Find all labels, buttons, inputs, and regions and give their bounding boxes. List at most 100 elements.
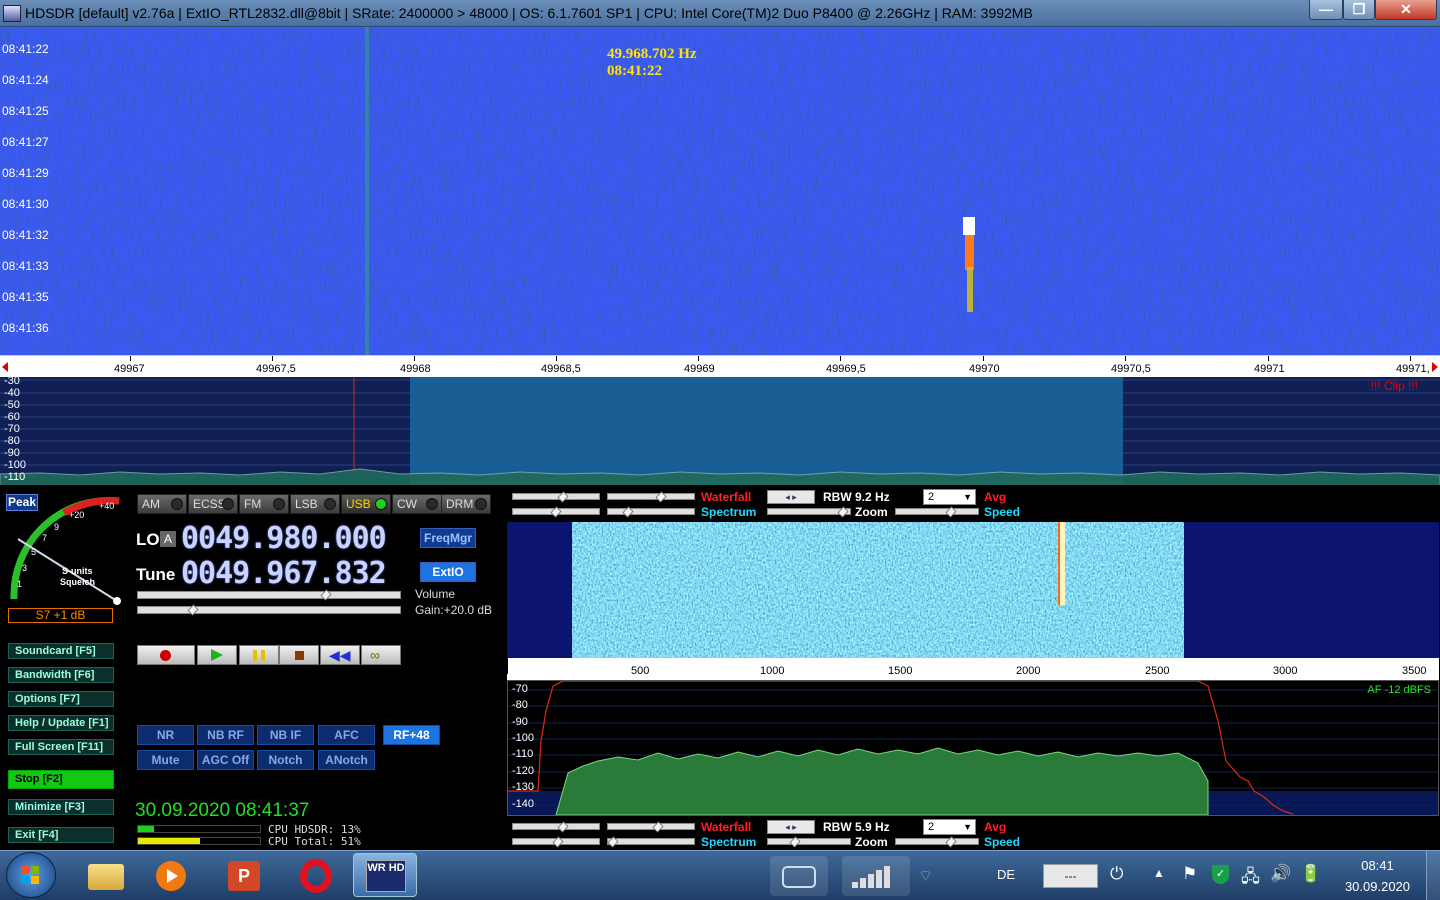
gain-label: Gain:+20.0 dB: [415, 603, 493, 617]
carrier-trace: [365, 27, 369, 355]
af-db-label: -130: [512, 781, 535, 793]
extio-button[interactable]: ExtIO: [420, 562, 476, 582]
af-arrows-control[interactable]: ◂ ▸: [767, 820, 815, 834]
explorer-taskbar-button[interactable]: [80, 856, 132, 896]
tune-frequency[interactable]: 0049.967.832: [181, 556, 387, 591]
nb-rf-button[interactable]: NB RF: [197, 725, 254, 745]
rf-spectrum[interactable]: -30 -40 -50 -60 -70 -80 -90 -100 -110 !!…: [0, 377, 1440, 485]
mute-button[interactable]: Mute: [137, 750, 194, 770]
bandwidth-button[interactable]: Bandwidth [F6]: [8, 667, 114, 683]
media-player-taskbar-button[interactable]: [144, 856, 196, 896]
rf-waterfall-contrast-slider[interactable]: [512, 491, 600, 503]
tray-expand-icon[interactable]: ▲: [1153, 866, 1165, 880]
close-button[interactable]: ✕: [1375, 0, 1437, 20]
volume-slider[interactable]: [137, 604, 401, 616]
mode-cw-button[interactable]: CW: [392, 494, 442, 514]
stop-button[interactable]: Stop [F2]: [8, 770, 114, 789]
minimize-button[interactable]: —: [1309, 0, 1343, 20]
network-manager-taskbar-button[interactable]: [770, 856, 828, 896]
cpu-total-bar: [137, 837, 261, 845]
af-waterfall-contrast-slider[interactable]: [512, 821, 600, 833]
rf-spectrum-contrast-slider[interactable]: [512, 506, 600, 518]
afc-button[interactable]: AFC: [318, 725, 375, 745]
power-plug-icon[interactable]: ⏻: [1110, 864, 1123, 884]
mode-usb-button[interactable]: USB: [341, 494, 391, 514]
fullscreen-button[interactable]: Full Screen [F11]: [8, 739, 114, 755]
loop-icon: ∞: [370, 647, 380, 663]
help-update-button[interactable]: Help / Update [F1]: [8, 715, 114, 731]
clock-time[interactable]: 08:41: [1340, 858, 1415, 873]
timestamp: 08:41:24: [2, 73, 49, 87]
wireless-icon[interactable]: ⌔: [918, 866, 933, 886]
hdsdr-taskbar-button[interactable]: WR HD: [353, 853, 417, 897]
af-avg-select[interactable]: 2 ▼: [923, 819, 976, 835]
rewind-button[interactable]: ◀◀: [320, 645, 360, 665]
af-speed-slider[interactable]: [895, 836, 979, 848]
rf-waterfall[interactable]: 08:41:22 08:41:24 08:41:25 08:41:27 08:4…: [0, 27, 1440, 355]
tune-slider[interactable]: [137, 589, 401, 601]
lo-frequency[interactable]: 0049.980.000: [181, 521, 387, 556]
af-frequency-scale[interactable]: 500 1000 1500 2000 2500 3000 3500: [507, 658, 1439, 680]
rf-rbw-label: RBW 9.2 Hz: [823, 490, 890, 504]
mode-drm-button[interactable]: DRM: [441, 494, 491, 514]
rf-frequency-scale[interactable]: 49967 49967,5 49968 49968,5 49969 49969,…: [0, 355, 1440, 377]
af-zoom-label: Zoom: [855, 835, 888, 849]
anotch-button[interactable]: ANotch: [318, 750, 375, 770]
mode-ecss-button[interactable]: ECSS: [188, 494, 238, 514]
agc-button[interactable]: AGC Off: [197, 750, 254, 770]
rf-arrows-control[interactable]: ◂ ▸: [767, 490, 815, 504]
af-zoom-slider[interactable]: [767, 836, 851, 848]
af-spectrum-contrast-slider[interactable]: [512, 836, 600, 848]
network-icon[interactable]: 🖧: [1241, 864, 1260, 893]
play-button[interactable]: [197, 645, 237, 665]
exit-button[interactable]: Exit [F4]: [8, 827, 114, 843]
db-label: -40: [4, 387, 20, 399]
rf-plus-48-button[interactable]: RF+48: [383, 725, 440, 745]
battery-icon[interactable]: 🔋: [1300, 864, 1321, 884]
record-button[interactable]: [137, 645, 195, 665]
rf-zoom-slider[interactable]: [767, 506, 851, 518]
volume-icon[interactable]: 🔊: [1270, 864, 1291, 884]
start-button[interactable]: [6, 852, 56, 898]
show-desktop-button[interactable]: [1426, 851, 1440, 900]
language-indicator[interactable]: DE: [997, 867, 1015, 882]
action-center-flag-icon[interactable]: ⚑: [1182, 864, 1197, 884]
powerpoint-taskbar-button[interactable]: P: [218, 856, 270, 896]
rf-avg-select[interactable]: 2 ▼: [923, 489, 976, 505]
mode-lsb-button[interactable]: LSB: [290, 494, 340, 514]
rf-waterfall-brightness-slider[interactable]: [607, 491, 695, 503]
af-spectrum[interactable]: -70 -80 -90 -100 -110 -120 -130 -140 AF …: [507, 680, 1439, 816]
af-spectrum-brightness-slider[interactable]: [607, 836, 695, 848]
opera-taskbar-button[interactable]: [290, 856, 342, 896]
rf-spectrum-brightness-slider[interactable]: [607, 506, 695, 518]
freq-label: 49968: [400, 363, 431, 375]
lo-lock-flag[interactable]: A: [160, 531, 176, 547]
soundcard-button[interactable]: Soundcard [F5]: [8, 643, 114, 659]
af-waterfall-brightness-slider[interactable]: [607, 821, 695, 833]
scroll-right-icon[interactable]: [1432, 362, 1438, 372]
peak-button[interactable]: Peak: [6, 494, 38, 511]
af-waterfall[interactable]: [507, 522, 1439, 658]
input-mode-box[interactable]: ---: [1043, 864, 1098, 888]
timestamp: 08:41:29: [2, 166, 49, 180]
passband: [410, 377, 1123, 485]
maximize-button[interactable]: ❐: [1343, 0, 1375, 20]
freqmgr-button[interactable]: FreqMgr: [420, 528, 476, 548]
clock-date[interactable]: 30.09.2020: [1340, 879, 1415, 894]
notch-button[interactable]: Notch: [257, 750, 314, 770]
nb-if-button[interactable]: NB IF: [257, 725, 314, 745]
af-freq-label: 500: [631, 665, 650, 677]
security-shield-icon[interactable]: ✓: [1212, 865, 1229, 884]
pause-button[interactable]: [239, 645, 279, 665]
loop-button[interactable]: ∞: [361, 645, 401, 665]
nr-button[interactable]: NR: [137, 725, 194, 745]
mode-fm-button[interactable]: FM: [239, 494, 289, 514]
scroll-left-icon[interactable]: [2, 362, 8, 372]
rf-speed-slider[interactable]: [895, 506, 979, 518]
mode-am-button[interactable]: AM: [137, 494, 187, 514]
signal-strength-taskbar-button[interactable]: [842, 856, 910, 896]
options-button[interactable]: Options [F7]: [8, 691, 114, 707]
af-spectrum-plot: [508, 681, 1438, 815]
minimize-app-button[interactable]: Minimize [F3]: [8, 799, 114, 815]
stop-record-button[interactable]: [279, 645, 319, 665]
